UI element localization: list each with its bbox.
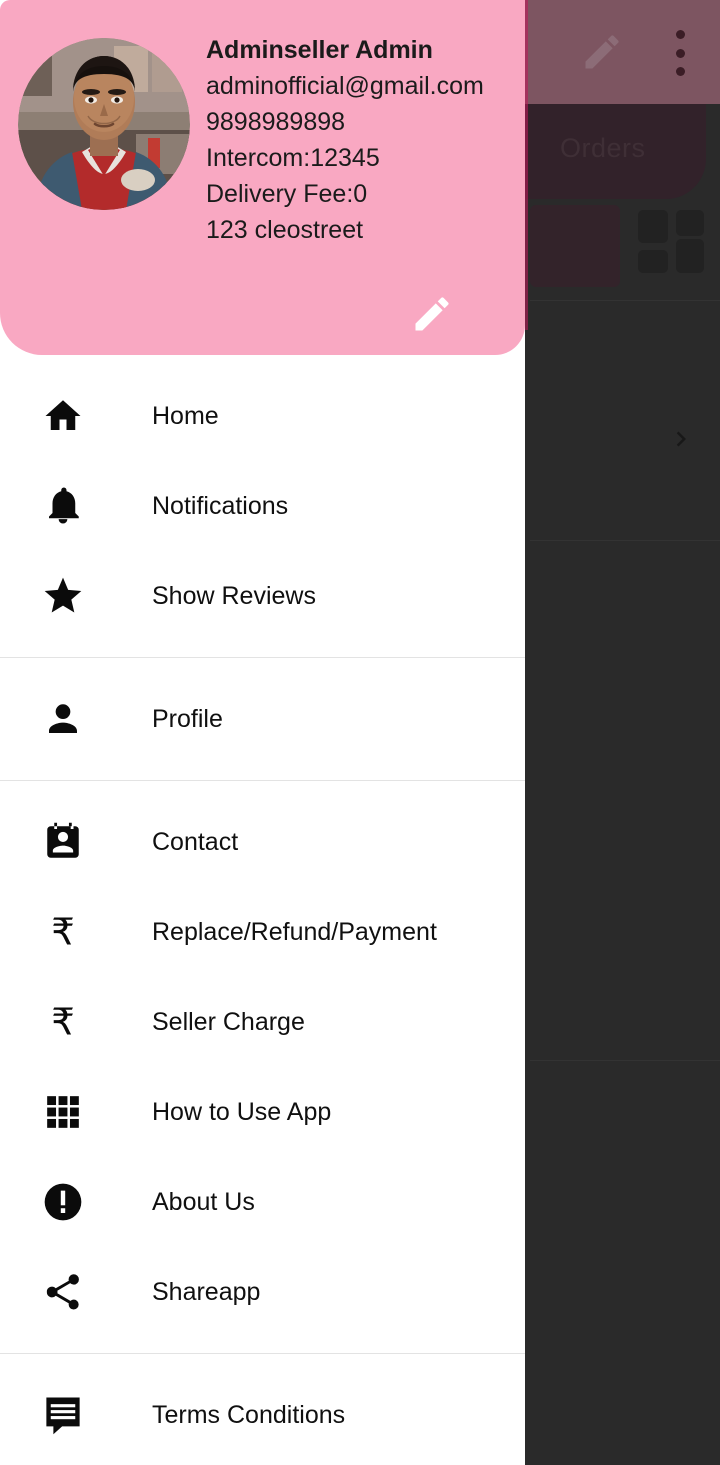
menu-item-home[interactable]: Home [0, 371, 525, 461]
drawer-header-text: Adminseller Admin adminofficial@gmail.co… [206, 32, 517, 248]
svg-text:₹: ₹ [51, 1001, 74, 1042]
star-icon [40, 573, 86, 619]
background-tile[interactable] [638, 210, 668, 243]
menu-item-label: Notifications [152, 491, 289, 520]
menu-item-label: Terms Conditions [152, 1400, 346, 1429]
menu-spacer [0, 1337, 525, 1353]
background-tile-large[interactable] [530, 205, 620, 287]
navigation-drawer: Adminseller Admin adminofficial@gmail.co… [0, 0, 525, 1465]
profile-phone: 9898989898 [206, 108, 346, 136]
menu-item-replace-refund-payment[interactable]: ₹ Replace/Refund/Payment [0, 887, 525, 977]
profile-email: adminofficial@gmail.com [206, 72, 484, 100]
profile-intercom: Intercom:12345 [206, 144, 380, 172]
menu-spacer [0, 781, 525, 797]
background-divider [530, 300, 720, 301]
background-tile[interactable] [676, 210, 704, 236]
chevron-right-icon[interactable] [666, 420, 696, 458]
menu-spacer [0, 1354, 525, 1370]
background-divider [530, 1060, 720, 1061]
menu-item-terms-conditions[interactable]: Terms Conditions [0, 1370, 525, 1460]
rupee-icon: ₹ [40, 909, 86, 955]
person-icon [40, 696, 86, 742]
app-screen: Orders Adminseller Admin adminofficial@g… [0, 0, 720, 1465]
svg-text:₹: ₹ [51, 911, 74, 952]
share-icon [40, 1269, 86, 1315]
menu-item-label: Shareapp [152, 1277, 261, 1306]
background-tile[interactable] [676, 239, 704, 273]
menu-spacer [0, 641, 525, 657]
bell-icon [40, 483, 86, 529]
background-orders-label: Orders [560, 133, 646, 163]
menu-item-label: About Us [152, 1187, 255, 1216]
menu-item-shareapp[interactable]: Shareapp [0, 1247, 525, 1337]
menu-item-label: Contact [152, 827, 239, 856]
comment-icon [40, 1392, 86, 1438]
menu-item-label: Home [152, 401, 219, 430]
drawer-header: Adminseller Admin adminofficial@gmail.co… [0, 0, 525, 355]
info-exclamation-icon [40, 1179, 86, 1225]
home-icon [40, 393, 86, 439]
contact-card-icon [40, 819, 86, 865]
menu-spacer [0, 764, 525, 780]
drawer-menu: Home Notifications Show Reviews Profile … [0, 355, 525, 1460]
menu-item-label: How to Use App [152, 1097, 332, 1126]
edit-profile-button[interactable] [410, 292, 454, 336]
background-divider [530, 540, 720, 541]
profile-address: 123 cleostreet [206, 216, 364, 244]
menu-item-how-to-use-app[interactable]: How to Use App [0, 1067, 525, 1157]
menu-spacer [0, 658, 525, 674]
menu-spacer [0, 355, 525, 371]
menu-item-profile[interactable]: Profile [0, 674, 525, 764]
profile-name: Adminseller Admin [206, 36, 433, 64]
profile-delivery-fee: Delivery Fee:0 [206, 180, 368, 208]
menu-item-label: Profile [152, 704, 223, 733]
background-tile[interactable] [638, 250, 668, 273]
menu-item-label: Seller Charge [152, 1007, 305, 1036]
overflow-menu-icon[interactable] [668, 30, 692, 76]
grid-apps-icon [40, 1089, 86, 1135]
menu-item-seller-charge[interactable]: ₹ Seller Charge [0, 977, 525, 1067]
menu-item-show-reviews[interactable]: Show Reviews [0, 551, 525, 641]
menu-item-contact[interactable]: Contact [0, 797, 525, 887]
edit-pencil-icon[interactable] [580, 30, 624, 74]
menu-item-notifications[interactable]: Notifications [0, 461, 525, 551]
avatar[interactable] [18, 38, 190, 210]
menu-item-label: Show Reviews [152, 581, 316, 610]
menu-item-label: Replace/Refund/Payment [152, 917, 437, 946]
rupee-icon: ₹ [40, 999, 86, 1045]
menu-item-about-us[interactable]: About Us [0, 1157, 525, 1247]
